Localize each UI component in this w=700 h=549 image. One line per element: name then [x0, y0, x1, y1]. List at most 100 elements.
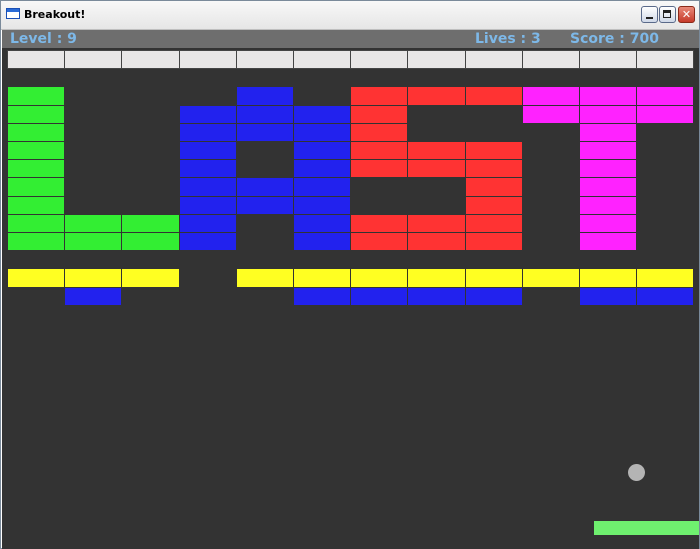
brick	[464, 50, 523, 70]
brick	[407, 286, 466, 306]
brick	[579, 50, 638, 70]
brick	[235, 268, 294, 288]
brick	[579, 86, 638, 106]
brick	[293, 122, 352, 142]
brick	[178, 232, 237, 252]
brick	[407, 159, 466, 179]
brick	[521, 268, 580, 288]
brick	[579, 286, 638, 306]
brick	[407, 268, 466, 288]
brick	[293, 268, 352, 288]
brick	[579, 177, 638, 197]
brick	[350, 141, 409, 161]
brick	[64, 50, 123, 70]
brick	[464, 286, 523, 306]
brick	[464, 141, 523, 161]
ball	[628, 464, 645, 481]
brick	[293, 104, 352, 124]
brick	[121, 268, 180, 288]
game-window: Breakout! Level : 9 Lives : 3 Score : 70…	[0, 0, 700, 549]
brick	[178, 195, 237, 215]
brick	[293, 213, 352, 233]
brick	[464, 213, 523, 233]
paddle[interactable]	[594, 521, 699, 535]
brick	[7, 159, 66, 179]
brick	[579, 104, 638, 124]
brick	[350, 159, 409, 179]
brick	[7, 50, 66, 70]
brick	[293, 195, 352, 215]
brick	[350, 286, 409, 306]
brick	[178, 159, 237, 179]
minimize-icon[interactable]	[641, 6, 658, 23]
brick	[293, 159, 352, 179]
brick	[293, 232, 352, 252]
brick	[521, 50, 580, 70]
brick	[7, 104, 66, 124]
brick	[235, 86, 294, 106]
brick	[293, 177, 352, 197]
window-title: Breakout!	[24, 8, 86, 21]
brick	[178, 141, 237, 161]
brick	[407, 50, 466, 70]
brick	[579, 159, 638, 179]
game-area[interactable]: Level : 9 Lives : 3 Score : 700	[2, 30, 699, 549]
brick	[636, 104, 695, 124]
brick	[7, 232, 66, 252]
hud-bar: Level : 9 Lives : 3 Score : 700	[2, 30, 699, 48]
brick	[464, 86, 523, 106]
brick	[235, 104, 294, 124]
brick	[407, 232, 466, 252]
title-bar[interactable]: Breakout!	[1, 1, 699, 30]
brick	[121, 213, 180, 233]
brick	[350, 104, 409, 124]
brick	[178, 177, 237, 197]
brick	[121, 232, 180, 252]
brick	[64, 213, 123, 233]
brick	[350, 122, 409, 142]
score-readout: Score : 700	[570, 31, 659, 47]
brick	[464, 195, 523, 215]
brick	[7, 213, 66, 233]
brick	[7, 177, 66, 197]
brick	[7, 268, 66, 288]
close-icon[interactable]	[678, 6, 695, 23]
brick	[350, 50, 409, 70]
brick	[178, 122, 237, 142]
brick	[235, 195, 294, 215]
brick	[235, 50, 294, 70]
brick	[7, 86, 66, 106]
brick	[350, 213, 409, 233]
brick	[64, 268, 123, 288]
brick	[7, 195, 66, 215]
brick	[64, 286, 123, 306]
app-icon[interactable]	[6, 8, 20, 19]
brick	[521, 86, 580, 106]
brick	[579, 268, 638, 288]
brick	[7, 141, 66, 161]
brick	[350, 86, 409, 106]
brick	[293, 286, 352, 306]
brick	[407, 86, 466, 106]
brick	[407, 213, 466, 233]
lives-readout: Lives : 3	[475, 31, 541, 47]
brick	[579, 232, 638, 252]
brick	[178, 50, 237, 70]
brick	[350, 232, 409, 252]
brick	[350, 268, 409, 288]
brick	[464, 268, 523, 288]
brick	[636, 268, 695, 288]
brick	[121, 50, 180, 70]
brick	[579, 213, 638, 233]
brick	[235, 122, 294, 142]
brick	[293, 50, 352, 70]
brick	[636, 286, 695, 306]
brick	[178, 213, 237, 233]
brick	[464, 177, 523, 197]
brick	[235, 177, 294, 197]
brick	[636, 86, 695, 106]
brick	[7, 122, 66, 142]
brick	[178, 104, 237, 124]
brick	[64, 232, 123, 252]
maximize-icon[interactable]	[659, 6, 676, 23]
